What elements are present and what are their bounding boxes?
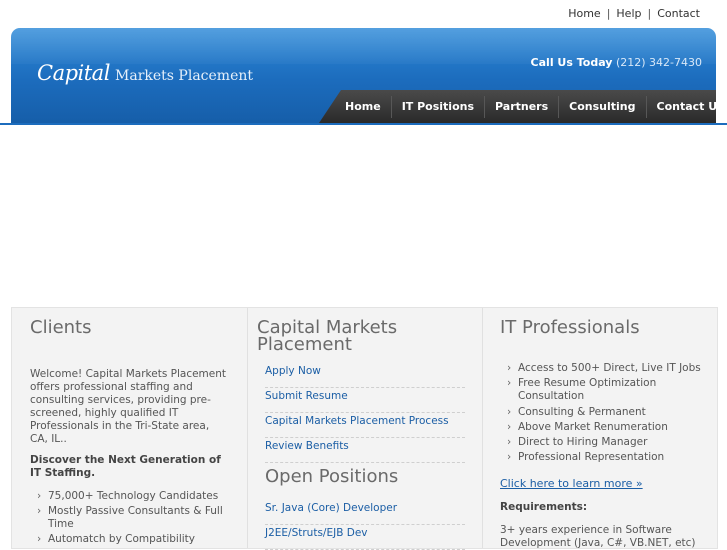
it-professionals-column: IT Professionals Access to 500+ Direct, … [482,308,718,549]
cmp-links: Apply Now Submit Resume Capital Markets … [265,363,465,463]
list-item: Submit Resume [265,388,465,413]
phone-number: (212) 342-7430 [615,56,702,69]
requirements-label: Requirements: [500,501,588,513]
list-item: 75,000+ Technology Candidates [30,490,240,503]
logo-tagline: Markets Placement [115,68,254,84]
nav-home[interactable]: Home [335,96,391,118]
list-item: Direct to Hiring Manager [500,436,710,449]
separator: | [606,7,611,20]
content-panel: Clients Welcome! Capital Markets Placeme… [11,307,718,550]
review-benefits-link[interactable]: Review Benefits [265,440,349,452]
top-links: Home | Help | Contact [568,7,700,20]
submit-resume-link[interactable]: Submit Resume [265,390,348,402]
nav-partners[interactable]: Partners [484,95,558,118]
open-positions-title: Open Positions [265,466,399,487]
call-us: Call Us Today (212) 342-7430 [531,56,702,69]
clients-column: Clients Welcome! Capital Markets Placeme… [12,308,246,548]
clients-subhead: Discover the Next Generation of IT Staff… [30,454,221,479]
clients-bullets: 75,000+ Technology Candidates Mostly Pas… [30,490,240,548]
top-link-home[interactable]: Home [568,7,600,20]
positions-list: Sr. Java (Core) Developer J2EE/Struts/EJ… [265,500,465,550]
list-item: Mostly Passive Consultants & Full Time [30,505,240,531]
site-logo[interactable]: Capital Markets Placement [37,61,253,85]
list-item: Apply Now [265,363,465,388]
it-pros-bullets: Access to 500+ Direct, Live IT Jobs Free… [500,362,710,467]
clients-intro: Welcome! Capital Markets Placement offer… [30,368,227,445]
logo-capital: Capital [37,61,110,85]
position-link[interactable]: Sr. Java (Core) Developer [265,502,397,514]
nav-consulting[interactable]: Consulting [558,95,645,118]
it-pros-title: IT Professionals [500,317,640,338]
main-nav: Home IT Positions Partners Consulting Co… [319,90,716,123]
list-item: Capital Markets Placement Process [265,413,465,438]
cmp-column: Capital Markets Placement Apply Now Subm… [247,308,482,550]
call-us-label: Call Us Today [530,56,613,69]
apply-now-link[interactable]: Apply Now [265,365,321,377]
list-item: Consulting & Permanent [500,406,710,419]
process-link[interactable]: Capital Markets Placement Process [265,415,449,427]
list-item: Review Benefits [265,438,465,463]
top-link-help[interactable]: Help [616,7,641,20]
clients-title: Clients [30,317,92,338]
separator: | [647,7,652,20]
nav-contact-us[interactable]: Contact Us [645,95,716,118]
list-item: Access to 500+ Direct, Live IT Jobs [500,362,710,375]
learn-more-link[interactable]: Click here to learn more » [500,477,643,490]
list-item: Professional Representation [500,451,710,464]
header-banner: Capital Markets Placement Call Us Today … [11,28,716,123]
position-link[interactable]: J2EE/Struts/EJB Dev [265,527,368,539]
requirements-text: 3+ years experience in Software Developm… [500,524,696,549]
header-divider [0,123,727,125]
list-item: Above Market Renumeration [500,421,710,434]
top-link-contact[interactable]: Contact [657,7,700,20]
list-item: Automatch by Compatibility [30,533,240,546]
list-item: Free Resume Optimization Consultation [500,377,710,403]
nav-it-positions[interactable]: IT Positions [390,95,484,118]
list-item: Sr. Java (Core) Developer [265,500,465,525]
cmp-title: Capital Markets Placement [257,317,398,355]
list-item: J2EE/Struts/EJB Dev [265,525,465,550]
